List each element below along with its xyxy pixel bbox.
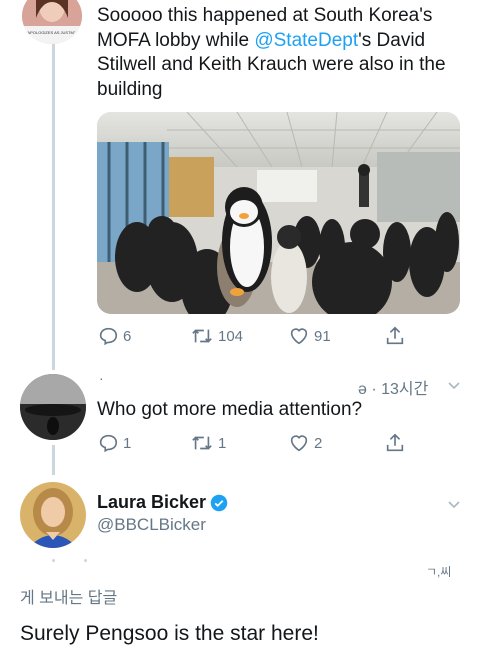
- reply-input[interactable]: Surely Pengsoo is the star here!: [20, 622, 319, 646]
- tweet-line: Stilwell and Keith Krauch were also in t…: [97, 54, 446, 75]
- share-action[interactable]: [384, 432, 406, 454]
- reply-count: 6: [123, 327, 132, 345]
- share-icon: [386, 326, 404, 345]
- share-icon: [386, 433, 404, 452]
- tweet-line: MOFA lobby while @StateDept's David: [97, 29, 426, 51]
- tweet-line: building: [97, 78, 163, 100]
- reply-label: 게 보내는 답글: [20, 590, 118, 607]
- retweet-icon: [192, 329, 212, 343]
- retweet-action[interactable]: 1: [190, 432, 226, 454]
- chevron-down-icon[interactable]: [446, 378, 462, 394]
- thread-line: [52, 445, 55, 475]
- mention-link[interactable]: @StateDept: [254, 30, 358, 51]
- tweet-text: Sooooo this happened at South Korea's MO…: [97, 4, 472, 102]
- reply-count: 1: [123, 434, 132, 452]
- profile-name-row[interactable]: Laura Bicker: [97, 492, 228, 513]
- avatar[interactable]: [20, 374, 86, 440]
- retweet-icon: [192, 436, 212, 450]
- heart-icon: [290, 435, 308, 452]
- retweet-count: 104: [218, 327, 244, 345]
- tweet-timestamp: ə · 13시간: [358, 381, 429, 398]
- like-action[interactable]: 2: [288, 432, 322, 454]
- like-count: 2: [314, 434, 323, 452]
- divider-dots: [52, 559, 55, 562]
- reply-action[interactable]: 1: [97, 432, 131, 454]
- avatar-caption: "APOLOGIZES AS JUSTM": [26, 30, 76, 35]
- share-action[interactable]: [384, 325, 406, 347]
- reply-icon: [99, 327, 118, 346]
- display-name[interactable]: Laura Bicker: [97, 492, 206, 513]
- verified-badge-icon: [210, 494, 228, 511]
- avatar[interactable]: [20, 482, 86, 548]
- retweet-action[interactable]: 104: [190, 325, 243, 347]
- reply-icon: [99, 434, 118, 453]
- tweet-dot: ·: [99, 370, 104, 386]
- user-handle[interactable]: @BBCLBicker: [97, 515, 206, 535]
- divider-dots: [84, 559, 87, 562]
- avatar[interactable]: "APOLOGIZES AS JUSTM": [22, 0, 82, 44]
- thread-line: [52, 40, 55, 370]
- tweet-photo[interactable]: [97, 112, 460, 314]
- side-glyph: ㄱ,씨: [426, 565, 452, 579]
- reply-action[interactable]: 6: [97, 325, 131, 347]
- heart-icon: [290, 328, 308, 345]
- tweet-text: Who got more media attention?: [97, 399, 363, 420]
- retweet-count: 1: [218, 434, 227, 452]
- like-action[interactable]: 91: [288, 325, 331, 347]
- tweet-line: Sooooo this happened at South Korea's: [97, 5, 433, 26]
- like-count: 91: [314, 327, 331, 345]
- chevron-down-icon[interactable]: [446, 497, 462, 513]
